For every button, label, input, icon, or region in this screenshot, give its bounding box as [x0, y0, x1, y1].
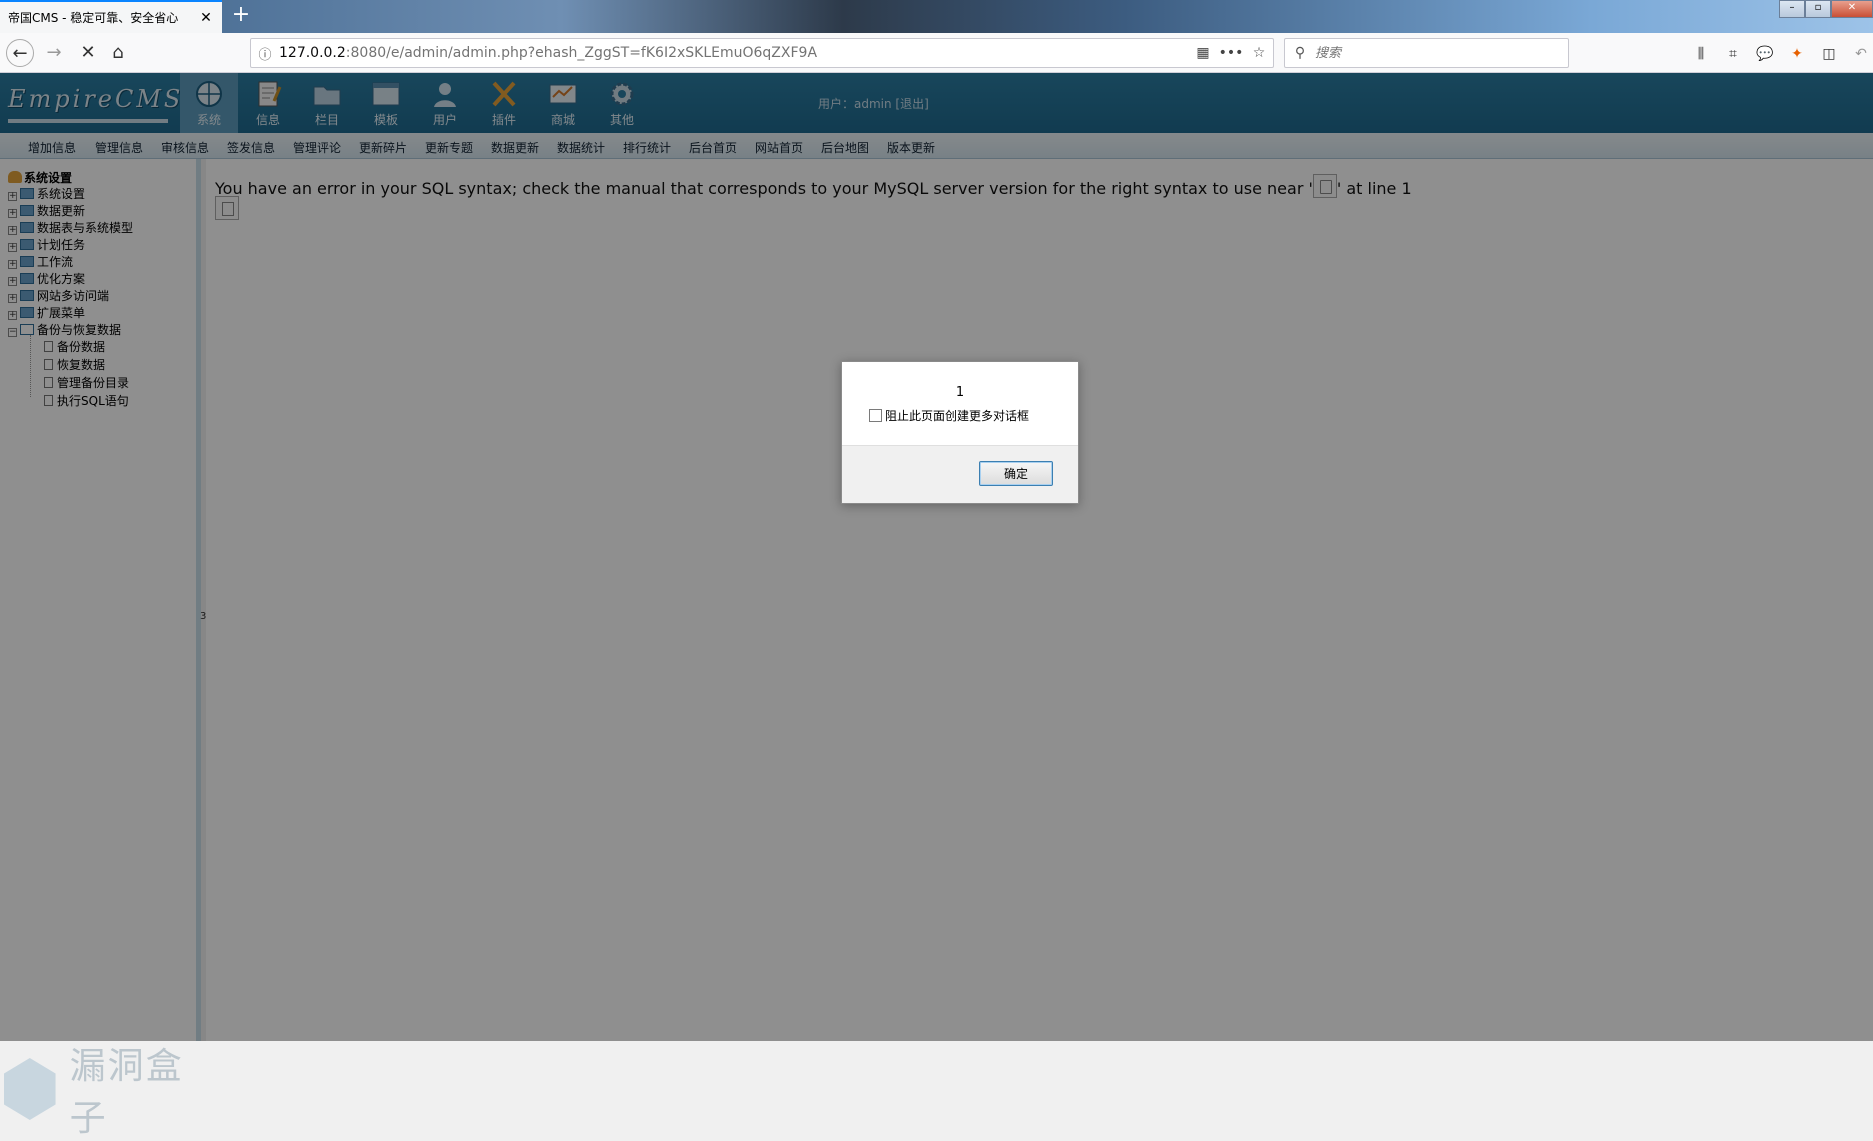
minimize-button[interactable]: – [1779, 0, 1805, 18]
search-bar[interactable]: ⚲ [1284, 38, 1569, 68]
chat-icon[interactable]: 💬 [1754, 43, 1776, 65]
search-input[interactable] [1315, 45, 1568, 61]
url-path: :8080/e/admin/admin.php?ehash_ZggST=fK6I… [345, 45, 818, 61]
prevent-dialogs-checkbox[interactable] [869, 409, 882, 422]
dialog-message: 1 [955, 385, 965, 400]
url-bar[interactable]: ⓘ 127.0.0.2:8080/e/admin/admin.php?ehash… [250, 38, 1274, 68]
undo-icon[interactable]: ↶ [1850, 43, 1872, 65]
modal-overlay [0, 73, 1873, 1041]
page-actions-icon[interactable]: ••• [1217, 45, 1245, 61]
browser-tab-strip: 帝国CMS - 稳定可靠、安全省心 ✕ + – ▫ ✕ [0, 0, 1873, 33]
screenshot-icon[interactable]: ⌗ [1722, 43, 1744, 65]
alert-dialog: 1 阻止此页面创建更多对话框 确定 [841, 361, 1079, 504]
ok-button[interactable]: 确定 [979, 461, 1053, 486]
watermark-text: 漏洞盒子 [69, 1046, 184, 1139]
checkbox-label[interactable]: 阻止此页面创建更多对话框 [885, 407, 1029, 424]
tab-close-icon[interactable]: ✕ [198, 10, 214, 26]
maximize-button[interactable]: ▫ [1805, 0, 1831, 18]
new-tab-button[interactable]: + [228, 3, 254, 29]
close-window-button[interactable]: ✕ [1831, 0, 1873, 18]
url-host: 127.0.0.2 [279, 45, 346, 61]
extension-icon[interactable]: ✦ [1786, 43, 1808, 65]
library-icon[interactable]: ⫼ [1690, 43, 1712, 65]
sidebar-icon[interactable]: ◫ [1818, 43, 1840, 65]
browser-tab[interactable]: 帝国CMS - 稳定可靠、安全省心 ✕ [0, 0, 222, 33]
home-icon[interactable]: ⌂ [104, 39, 132, 67]
search-icon: ⚲ [1294, 45, 1306, 61]
watermark-cube-icon [4, 1058, 56, 1120]
dialog-body: 1 阻止此页面创建更多对话框 [842, 362, 1078, 445]
window-controls: – ▫ ✕ [1779, 0, 1873, 18]
browser-navbar: ← → ✕ ⌂ ⓘ 127.0.0.2:8080/e/admin/admin.p… [0, 33, 1873, 73]
url-text[interactable]: 127.0.0.2:8080/e/admin/admin.php?ehash_Z… [279, 45, 1189, 61]
forward-arrow-icon[interactable]: → [40, 39, 68, 67]
qr-code-icon[interactable]: ▦ [1189, 45, 1217, 61]
tab-title: 帝国CMS - 稳定可靠、安全省心 [8, 11, 179, 25]
dialog-footer: 确定 [842, 445, 1078, 503]
bookmark-star-icon[interactable]: ☆ [1245, 45, 1273, 61]
site-info-icon[interactable]: ⓘ [251, 44, 279, 63]
watermark: 漏洞盒子 [4, 1037, 196, 1141]
stop-loading-icon[interactable]: ✕ [74, 39, 102, 67]
prevent-dialogs-option[interactable]: 阻止此页面创建更多对话框 [869, 407, 1029, 424]
back-arrow-icon[interactable]: ← [6, 39, 34, 67]
